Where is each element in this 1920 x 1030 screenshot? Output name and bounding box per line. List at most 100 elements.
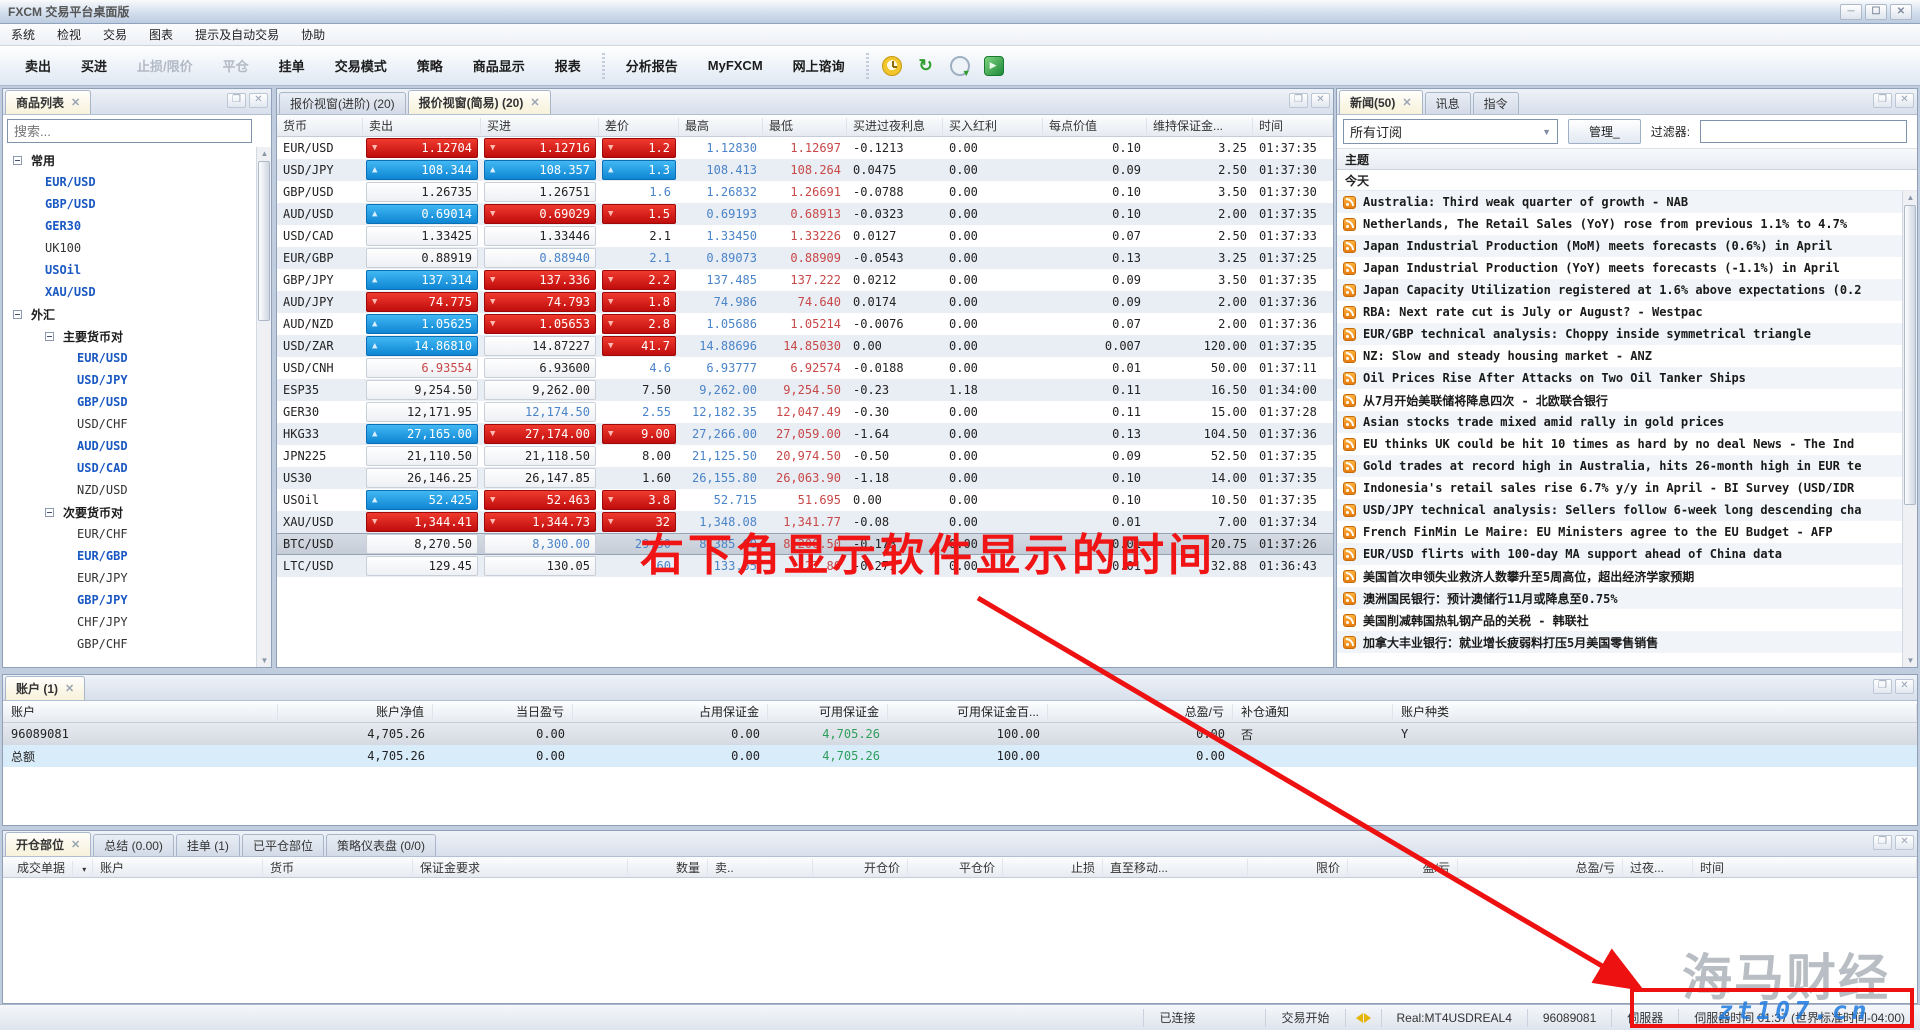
tab-positions-开仓部位[interactable]: 开仓部位✕ — [5, 832, 91, 856]
tab-positions-策略仪表盘 (0/0)[interactable]: 策略仪表盘 (0/0) — [326, 834, 436, 856]
close-tab-icon[interactable]: ✕ — [1402, 96, 1411, 109]
buy-price-cell[interactable]: 9,262.00 — [484, 380, 596, 400]
sell-price-cell[interactable]: 21,110.50 — [366, 446, 478, 466]
news-item[interactable]: Asian stocks trade mixed amid rally in g… — [1337, 411, 1917, 433]
panel-close-icon[interactable]: ✕ — [1895, 93, 1914, 108]
sell-price-cell[interactable]: ▼1,344.41 — [366, 512, 478, 532]
sidebar-item-GBP/JPY[interactable]: GBP/JPY — [3, 589, 271, 611]
minimize-button[interactable]: ─ — [1840, 4, 1862, 20]
toolbar-button[interactable]: 挂单 — [264, 48, 320, 83]
toolbar-button[interactable]: MyFXCM — [693, 50, 778, 81]
news-item[interactable]: USD/JPY technical analysis: Sellers foll… — [1337, 499, 1917, 521]
quote-row-USD/CNH[interactable]: USD/CNH6.935546.936004.66.937776.92574-0… — [277, 357, 1333, 379]
buy-price-cell[interactable]: 21,118.50 — [484, 446, 596, 466]
sidebar-item-GBP/CHF[interactable]: GBP/CHF — [3, 633, 271, 655]
news-item[interactable]: Australia: Third weak quarter of growth … — [1337, 191, 1917, 213]
tab-news-讯息[interactable]: 讯息 — [1425, 92, 1471, 114]
quote-row-AUD/JPY[interactable]: AUD/JPY▼74.775▼74.793▼1.874.98674.6400.0… — [277, 291, 1333, 313]
buy-price-cell[interactable]: 0.88940 — [484, 248, 596, 268]
panel-restore-icon[interactable]: ❐ — [1873, 93, 1892, 108]
toolbar-button[interactable]: 卖出 — [10, 48, 66, 83]
sidebar-item-EUR/JPY[interactable]: EUR/JPY — [3, 567, 271, 589]
close-tab-icon[interactable]: ✕ — [530, 96, 539, 109]
sell-price-cell[interactable]: ▼74.775 — [366, 292, 478, 312]
panel-restore-icon[interactable]: ❐ — [1873, 835, 1892, 850]
panel-close-icon[interactable]: ✕ — [249, 93, 268, 108]
collapse-icon[interactable] — [13, 310, 22, 319]
close-tab-icon[interactable]: ✕ — [65, 682, 74, 695]
sell-price-cell[interactable]: 129.45 — [366, 556, 478, 576]
sell-price-cell[interactable]: 6.93554 — [366, 358, 478, 378]
scroll-up-icon[interactable]: ▲ — [1905, 192, 1916, 203]
buy-price-cell[interactable]: ▼74.793 — [484, 292, 596, 312]
toolbar-button[interactable]: 平仓 — [208, 48, 264, 83]
scrollbar-thumb[interactable] — [1904, 205, 1916, 505]
buy-price-cell[interactable]: ▼1,344.73 — [484, 512, 596, 532]
collapse-icon[interactable] — [13, 156, 22, 165]
toolbar-button[interactable]: 商品显示 — [458, 48, 540, 83]
menu-item-系统[interactable]: 系统 — [0, 23, 46, 46]
sell-price-cell[interactable]: 9,254.50 — [366, 380, 478, 400]
news-item[interactable]: Gold trades at record high in Australia,… — [1337, 455, 1917, 477]
news-item[interactable]: 从7月开始美联储将降息四次 - 北欧联合银行 — [1337, 389, 1917, 411]
scroll-down-icon[interactable]: ▼ — [1905, 655, 1916, 666]
news-item[interactable]: 美国首次申领失业救济人数攀升至5周高位，超出经济学家预期 — [1337, 565, 1917, 587]
buy-price-cell[interactable]: ▲108.357 — [484, 160, 596, 180]
sell-price-cell[interactable]: 0.88919 — [366, 248, 478, 268]
tab-accounts[interactable]: 账户 (1) ✕ — [5, 676, 85, 700]
toolbar-button[interactable]: 交易模式 — [320, 48, 402, 83]
quote-row-GBP/JPY[interactable]: GBP/JPY▲137.314▼137.336▼2.2137.485137.22… — [277, 269, 1333, 291]
toolbar-button[interactable]: 报表 — [540, 48, 596, 83]
sidebar-item-主要货币对[interactable]: 主要货币对 — [3, 325, 271, 347]
tab-instrument-list[interactable]: 商品列表 ✕ — [5, 90, 91, 114]
tab-news-新闻(50)[interactable]: 新闻(50)✕ — [1339, 90, 1423, 114]
manage-button[interactable]: 管理_ — [1568, 119, 1641, 144]
sidebar-item-常用[interactable]: 常用 — [3, 149, 271, 171]
news-item[interactable]: NZ: Slow and steady housing market - ANZ — [1337, 345, 1917, 367]
tab-positions-挂单 (1)[interactable]: 挂单 (1) — [176, 834, 240, 856]
buy-price-cell[interactable]: ▼1.05653 — [484, 314, 596, 334]
menu-item-提示及自动交易[interactable]: 提示及自动交易 — [184, 23, 290, 46]
news-item[interactable]: EUR/USD flirts with 100-day MA support a… — [1337, 543, 1917, 565]
sidebar-item-EUR/USD[interactable]: EUR/USD — [3, 347, 271, 369]
menu-item-协助[interactable]: 协助 — [290, 23, 336, 46]
sidebar-scrollbar[interactable]: ▲ ▼ — [256, 147, 271, 667]
news-scrollbar[interactable]: ▲ ▼ — [1902, 191, 1917, 667]
sell-price-cell[interactable]: ▲137.314 — [366, 270, 478, 290]
panel-restore-icon[interactable]: ❐ — [1873, 679, 1892, 694]
buy-price-cell[interactable]: 1.26751 — [484, 182, 596, 202]
news-item[interactable]: 加拿大丰业银行：就业增长疲弱料打压5月美国零售销售 — [1337, 631, 1917, 653]
news-item[interactable]: 美国削减韩国热轧钢产品的关税 - 韩联社 — [1337, 609, 1917, 631]
sell-price-cell[interactable]: ▲27,165.00 — [366, 424, 478, 444]
buy-price-cell[interactable]: 130.05 — [484, 556, 596, 576]
quote-row-USD/JPY[interactable]: USD/JPY▲108.344▲108.357▲1.3108.413108.26… — [277, 159, 1333, 181]
sidebar-item-EUR/GBP[interactable]: EUR/GBP — [3, 545, 271, 567]
toolbar-button[interactable]: 网上谘询 — [778, 48, 860, 83]
sidebar-item-USD/CAD[interactable]: USD/CAD — [3, 457, 271, 479]
sell-price-cell[interactable]: 12,171.95 — [366, 402, 478, 422]
close-tab-icon[interactable]: ✕ — [71, 96, 80, 109]
buy-price-cell[interactable]: 26,147.85 — [484, 468, 596, 488]
tab-quotes-报价视窗(简易) (20)[interactable]: 报价视窗(简易) (20)✕ — [408, 90, 551, 114]
sidebar-item-EUR/USD[interactable]: EUR/USD — [3, 171, 271, 193]
panel-restore-icon[interactable]: ❐ — [227, 93, 246, 108]
buy-price-cell[interactable]: ▼0.69029 — [484, 204, 596, 224]
feed-select[interactable]: 所有订阅 ▼ — [1343, 119, 1558, 144]
toolbar-button[interactable]: 策略 — [402, 48, 458, 83]
sidebar-item-XAU/USD[interactable]: XAU/USD — [3, 281, 271, 303]
quote-row-AUD/USD[interactable]: AUD/USD▲0.69014▼0.69029▼1.50.691930.6891… — [277, 203, 1333, 225]
buy-price-cell[interactable]: ▼1.12716 — [484, 138, 596, 158]
menu-item-图表[interactable]: 图表 — [138, 23, 184, 46]
news-item[interactable]: Japan Capacity Utilization registered at… — [1337, 279, 1917, 301]
quote-row-JPN225[interactable]: JPN22521,110.5021,118.508.0021,125.5020,… — [277, 445, 1333, 467]
toolbar-button[interactable]: 买进 — [66, 48, 122, 83]
sidebar-item-EUR/CHF[interactable]: EUR/CHF — [3, 523, 271, 545]
sell-price-cell[interactable]: ▲52.425 — [366, 490, 478, 510]
quote-row-HKG33[interactable]: HKG33▲27,165.00▼27,174.00▼9.0027,266.002… — [277, 423, 1333, 445]
maximize-button[interactable]: ☐ — [1865, 4, 1887, 20]
quote-row-USOil[interactable]: USOil▲52.425▼52.463▼3.852.71551.6950.000… — [277, 489, 1333, 511]
buy-price-cell[interactable]: 14.87227 — [484, 336, 596, 356]
buy-price-cell[interactable]: 1.33446 — [484, 226, 596, 246]
news-item[interactable]: Netherlands, The Retail Sales (YoY) rose… — [1337, 213, 1917, 235]
sell-price-cell[interactable]: ▲108.344 — [366, 160, 478, 180]
